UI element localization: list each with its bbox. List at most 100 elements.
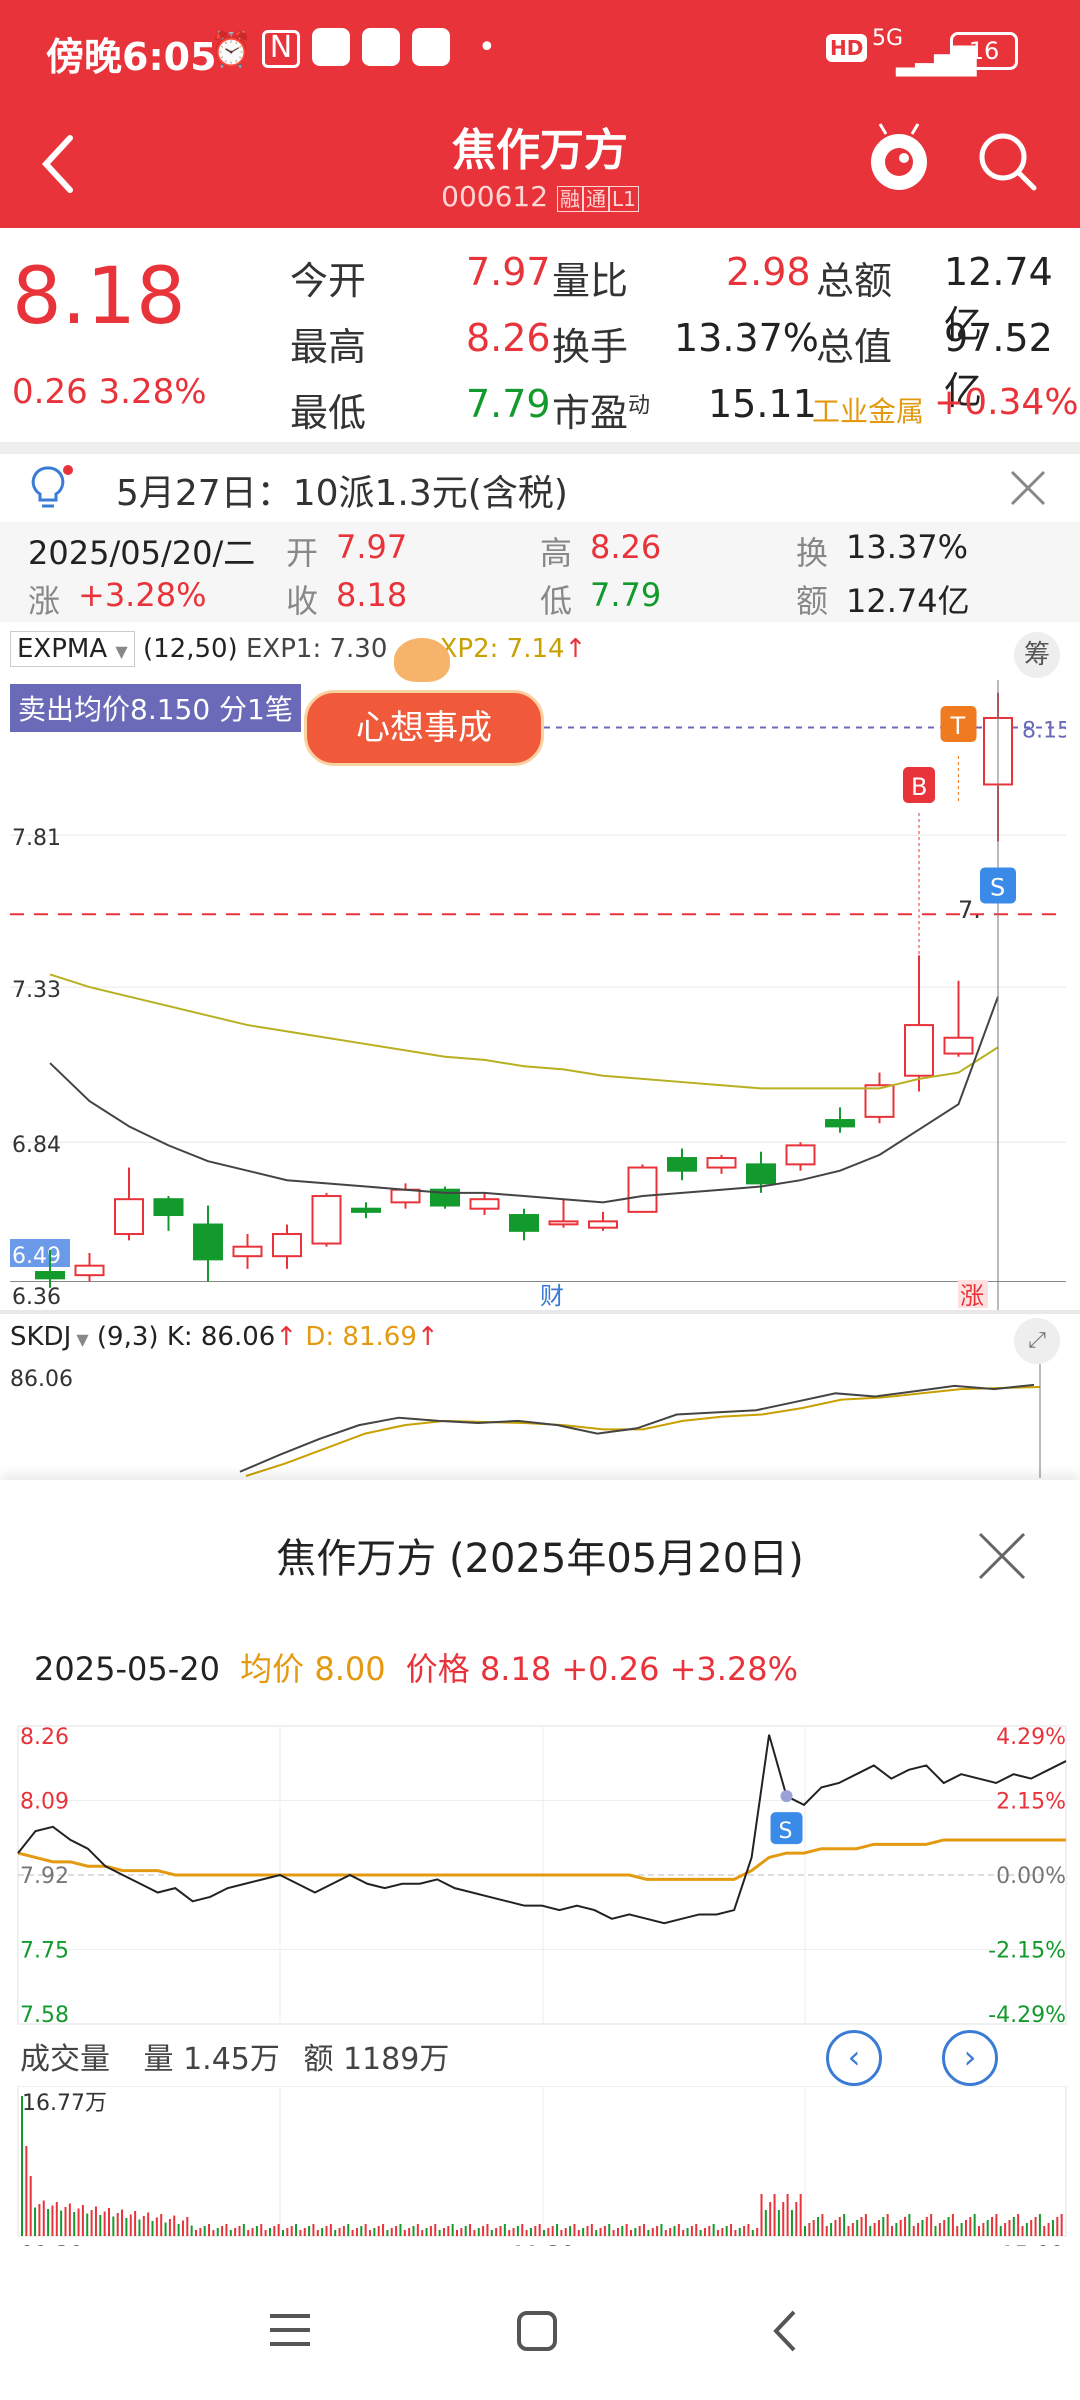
next-day-button[interactable]: › bbox=[942, 2030, 998, 2086]
exp1-value: EXP1: 7.30 bbox=[245, 634, 388, 664]
chip-distribution-button[interactable]: 筹 bbox=[1014, 632, 1060, 678]
y-axis-label: 8.15 bbox=[1022, 718, 1066, 743]
skdj-params: (9,3) bbox=[96, 1322, 159, 1352]
status-time: 傍晚6:05 bbox=[46, 35, 217, 79]
day-high-label: 高 bbox=[540, 534, 573, 572]
day-low-label: 低 bbox=[540, 582, 573, 620]
sell-average-tip: 卖出均价8.150 分1笔 bbox=[10, 684, 301, 732]
day-low: 7.79 bbox=[590, 576, 662, 614]
kline-chart[interactable]: 8.15 7.81 7.33 6.84 6.49 6.36 B T S 7. 财 涨 bbox=[10, 680, 1066, 1312]
alarm-icon: ⏰ bbox=[210, 30, 253, 70]
intraday-date: 2025-05-20 bbox=[34, 1650, 220, 1688]
chevron-left-icon: ‹ bbox=[847, 2038, 861, 2076]
amount-label: 总额 bbox=[816, 259, 893, 303]
skdj-name[interactable]: SKDJ bbox=[10, 1322, 71, 1352]
vol-ratio-label: 量比 bbox=[552, 259, 629, 303]
indicator-params: (12,50) bbox=[142, 634, 238, 664]
battery-icon: 16 bbox=[950, 32, 1018, 70]
search-icon[interactable] bbox=[976, 130, 1040, 194]
candle-body bbox=[746, 1163, 776, 1185]
y-axis-left-label: 8.26 bbox=[20, 1725, 69, 1750]
intraday-summary: 2025-05-20 均价 8.00 价格 8.18 +0.26 +3.28% bbox=[34, 1644, 798, 1690]
prev-day-button[interactable]: ‹ bbox=[826, 2030, 882, 2086]
y-axis-right-label: 4.29% bbox=[996, 1725, 1066, 1750]
current-price: 8.18 bbox=[12, 252, 186, 342]
pe-label-text: 市盈 bbox=[552, 391, 629, 435]
candle-body bbox=[548, 1220, 579, 1226]
y-axis-left-label: 8.09 bbox=[20, 1790, 69, 1815]
pe-label-sup: 动 bbox=[628, 393, 651, 419]
header: 焦作万方 000612 融通 L1 bbox=[0, 100, 1080, 228]
arrow-up-icon: ↑ bbox=[275, 1322, 298, 1352]
menu-icon[interactable] bbox=[268, 2310, 312, 2350]
dividend-notice[interactable]: 5月27日：10派1.3元(含税) bbox=[0, 454, 1080, 522]
volume-title: 成交量 bbox=[20, 2042, 110, 2077]
hd-icon: HD bbox=[826, 34, 868, 62]
chart-divider bbox=[0, 1310, 1080, 1314]
expand-icon[interactable]: ⤢ bbox=[1014, 1318, 1060, 1364]
pe-value: 15.11 bbox=[708, 382, 817, 426]
candle-body bbox=[943, 1036, 974, 1055]
volume-value: 量 1.45万 bbox=[143, 2042, 280, 2077]
open-value: 7.97 bbox=[466, 250, 551, 294]
chevron-down-icon: ▼ bbox=[71, 1330, 89, 1349]
chevron-down-icon: ▼ bbox=[115, 642, 128, 661]
section-divider bbox=[0, 442, 1080, 454]
skdj-k: K: 86.06 bbox=[166, 1322, 276, 1352]
day-close-label: 收 bbox=[286, 582, 319, 620]
volume-chart: 16.77万 09:30 11:30 15:00 bbox=[17, 2086, 1067, 2246]
close-icon[interactable] bbox=[1008, 468, 1048, 508]
skdj-d-line bbox=[245, 1385, 1041, 1477]
indicator-name: EXPMA bbox=[17, 634, 108, 664]
candle-body bbox=[390, 1188, 421, 1204]
turnover-label: 换手 bbox=[552, 325, 629, 369]
amount-value: 额 1189万 bbox=[303, 2042, 450, 2077]
close-icon[interactable] bbox=[976, 1530, 1028, 1582]
candle-body bbox=[509, 1214, 539, 1232]
stock-code: 000612 bbox=[441, 180, 549, 213]
day-amount: 12.74亿 bbox=[846, 582, 970, 620]
y-axis-label: 7.81 bbox=[12, 826, 61, 851]
y-axis-label: 6.49 bbox=[12, 1244, 61, 1269]
candle-body bbox=[114, 1198, 144, 1236]
chevron-right-icon: › bbox=[963, 2038, 977, 2076]
more-dot-icon: • bbox=[478, 30, 496, 65]
day-turnover: 13.37% bbox=[846, 528, 969, 566]
arrow-up-icon: ↑ bbox=[564, 634, 587, 664]
change-percent: 3.28% bbox=[98, 372, 207, 412]
high-value: 8.26 bbox=[466, 316, 551, 360]
indicator-selector[interactable]: EXPMA ▼ bbox=[10, 631, 135, 667]
buy-marker-label: B bbox=[911, 773, 927, 801]
time-label: 15:00 bbox=[1001, 2243, 1064, 2246]
day-open: 7.97 bbox=[336, 528, 408, 566]
lightbulb-icon bbox=[31, 465, 73, 508]
exp2-line bbox=[49, 973, 999, 1090]
back-nav-icon[interactable] bbox=[770, 2308, 800, 2354]
avg-price-line bbox=[17, 1838, 1066, 1881]
volume-header: 成交量 量 1.45万 额 1189万 bbox=[20, 2034, 449, 2078]
arrow-up-icon: ↑ bbox=[416, 1322, 439, 1352]
sector-name[interactable]: 工业金属 bbox=[812, 390, 924, 430]
robot-assistant-icon[interactable] bbox=[866, 122, 932, 196]
intraday-chart[interactable]: 8.26 8.09 7.92 7.75 7.58 4.29% 2.15% 0.00% -2.15… bbox=[0, 1700, 1080, 2030]
day-close: 8.18 bbox=[336, 576, 408, 614]
y-axis-right-label: -2.15% bbox=[988, 1939, 1066, 1964]
day-open-label: 开 bbox=[286, 534, 319, 572]
intraday-title: 焦作万方 (2025年05月20日) bbox=[276, 1536, 804, 1582]
sell-marker-label: S bbox=[779, 1819, 793, 1844]
turnover-value: 13.37% bbox=[674, 316, 819, 360]
candle-body bbox=[825, 1119, 855, 1128]
candle-body bbox=[627, 1166, 658, 1213]
day-info-panel: 2025/05/20/二 开 7.97 高 8.26 换 13.37% 涨 +3… bbox=[0, 522, 1080, 622]
candle-body bbox=[74, 1264, 105, 1277]
lucky-banner-text: 心想事成 bbox=[356, 708, 492, 748]
intraday-change-pct: +3.28% bbox=[669, 1650, 799, 1688]
sell-point bbox=[780, 1790, 793, 1803]
home-icon[interactable] bbox=[516, 2310, 558, 2352]
pe-label: 市盈动 bbox=[552, 382, 650, 437]
y-axis-right-label: 2.15% bbox=[996, 1790, 1066, 1815]
y-axis-label: 7.33 bbox=[12, 978, 61, 1003]
change-value: 0.26 bbox=[12, 372, 88, 412]
t-marker-label: T bbox=[950, 712, 966, 740]
tag-rong: 融 bbox=[556, 186, 583, 212]
